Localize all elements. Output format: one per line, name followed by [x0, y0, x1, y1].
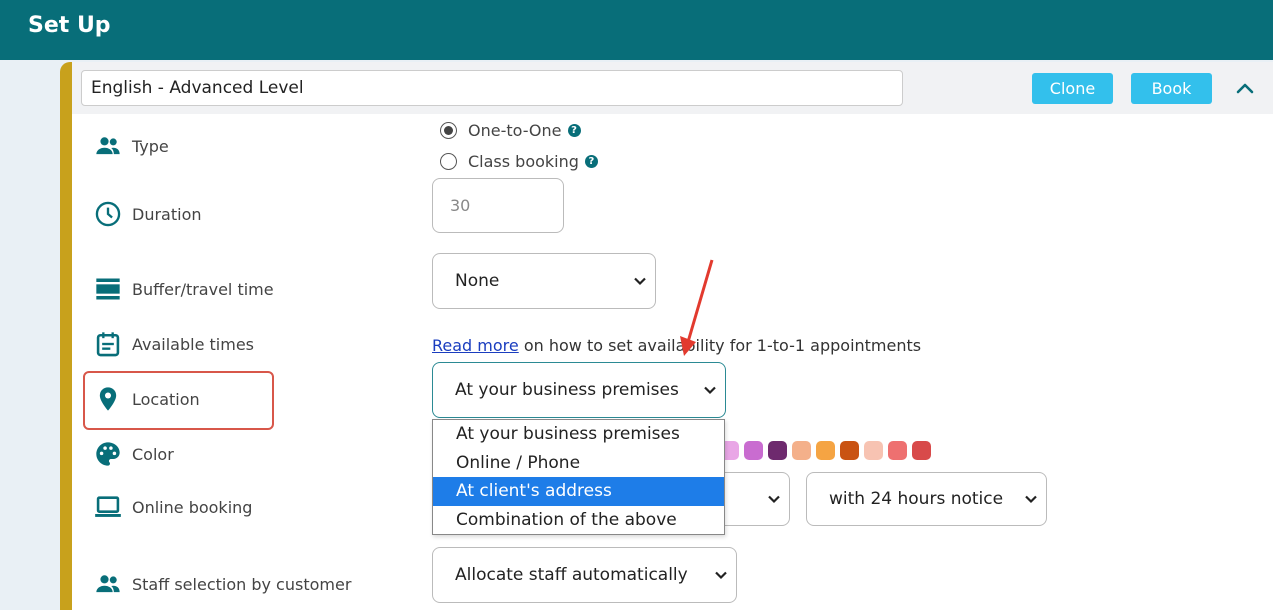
color-swatch[interactable] — [816, 441, 835, 460]
radio-one-to-one[interactable]: One-to-One ? — [440, 121, 581, 140]
buffer-icon — [94, 275, 122, 303]
color-swatch[interactable] — [864, 441, 883, 460]
staff-selection-row-label: Staff selection by customer — [94, 569, 351, 599]
color-swatch[interactable] — [768, 441, 787, 460]
color-swatches — [720, 441, 936, 460]
color-swatch[interactable] — [912, 441, 931, 460]
chevron-up-icon[interactable] — [1235, 78, 1255, 98]
staff-select[interactable]: Allocate staff automatically — [432, 547, 737, 603]
palette-icon — [94, 440, 122, 468]
chevron-down-icon — [768, 495, 780, 504]
location-highlight-annotation — [83, 371, 274, 430]
people-icon — [94, 132, 122, 160]
clock-icon — [94, 200, 122, 228]
book-button[interactable]: Book — [1131, 73, 1212, 104]
location-select[interactable]: At your business premises — [432, 362, 726, 418]
notice-select[interactable]: with 24 hours notice — [806, 472, 1047, 526]
duration-input[interactable]: 30 — [432, 178, 564, 233]
duration-row-label: Duration — [94, 199, 202, 229]
color-swatch[interactable] — [888, 441, 907, 460]
people-icon — [94, 570, 122, 598]
radio-button[interactable] — [440, 122, 457, 139]
chevron-down-icon — [704, 386, 716, 395]
help-icon[interactable]: ? — [567, 124, 581, 137]
type-row-label: Type — [94, 131, 169, 161]
annotation-arrow — [680, 259, 714, 356]
dropdown-option[interactable]: At your business premises — [433, 420, 724, 449]
color-swatch[interactable] — [840, 441, 859, 460]
chevron-down-icon — [715, 571, 727, 580]
buffer-row-label: Buffer/travel time — [94, 274, 274, 304]
top-bar: Set Up — [0, 0, 1273, 60]
dropdown-option[interactable]: Online / Phone — [433, 449, 724, 478]
location-dropdown-list: At your business premises Online / Phone… — [432, 419, 725, 535]
available-times-row-label: Available times — [94, 329, 254, 359]
radio-class-booking[interactable]: Class booking ? — [440, 152, 598, 171]
buffer-select[interactable]: None — [432, 253, 656, 309]
dropdown-option[interactable]: Combination of the above — [433, 506, 724, 535]
laptop-icon — [94, 493, 122, 521]
color-row-label: Color — [94, 439, 174, 469]
calendar-icon — [94, 330, 122, 358]
chevron-down-icon — [1025, 495, 1037, 504]
chevron-down-icon — [634, 277, 646, 286]
service-name-input[interactable]: English - Advanced Level — [81, 70, 903, 106]
radio-button[interactable] — [440, 153, 457, 170]
dropdown-option-highlighted[interactable]: At client's address — [433, 477, 724, 506]
clone-button[interactable]: Clone — [1032, 73, 1113, 104]
help-icon[interactable]: ? — [584, 155, 598, 168]
read-more-link[interactable]: Read more — [432, 336, 519, 355]
online-booking-row-label: Online booking — [94, 492, 252, 522]
color-swatch[interactable] — [792, 441, 811, 460]
page-title: Set Up — [28, 13, 111, 38]
color-swatch[interactable] — [744, 441, 763, 460]
